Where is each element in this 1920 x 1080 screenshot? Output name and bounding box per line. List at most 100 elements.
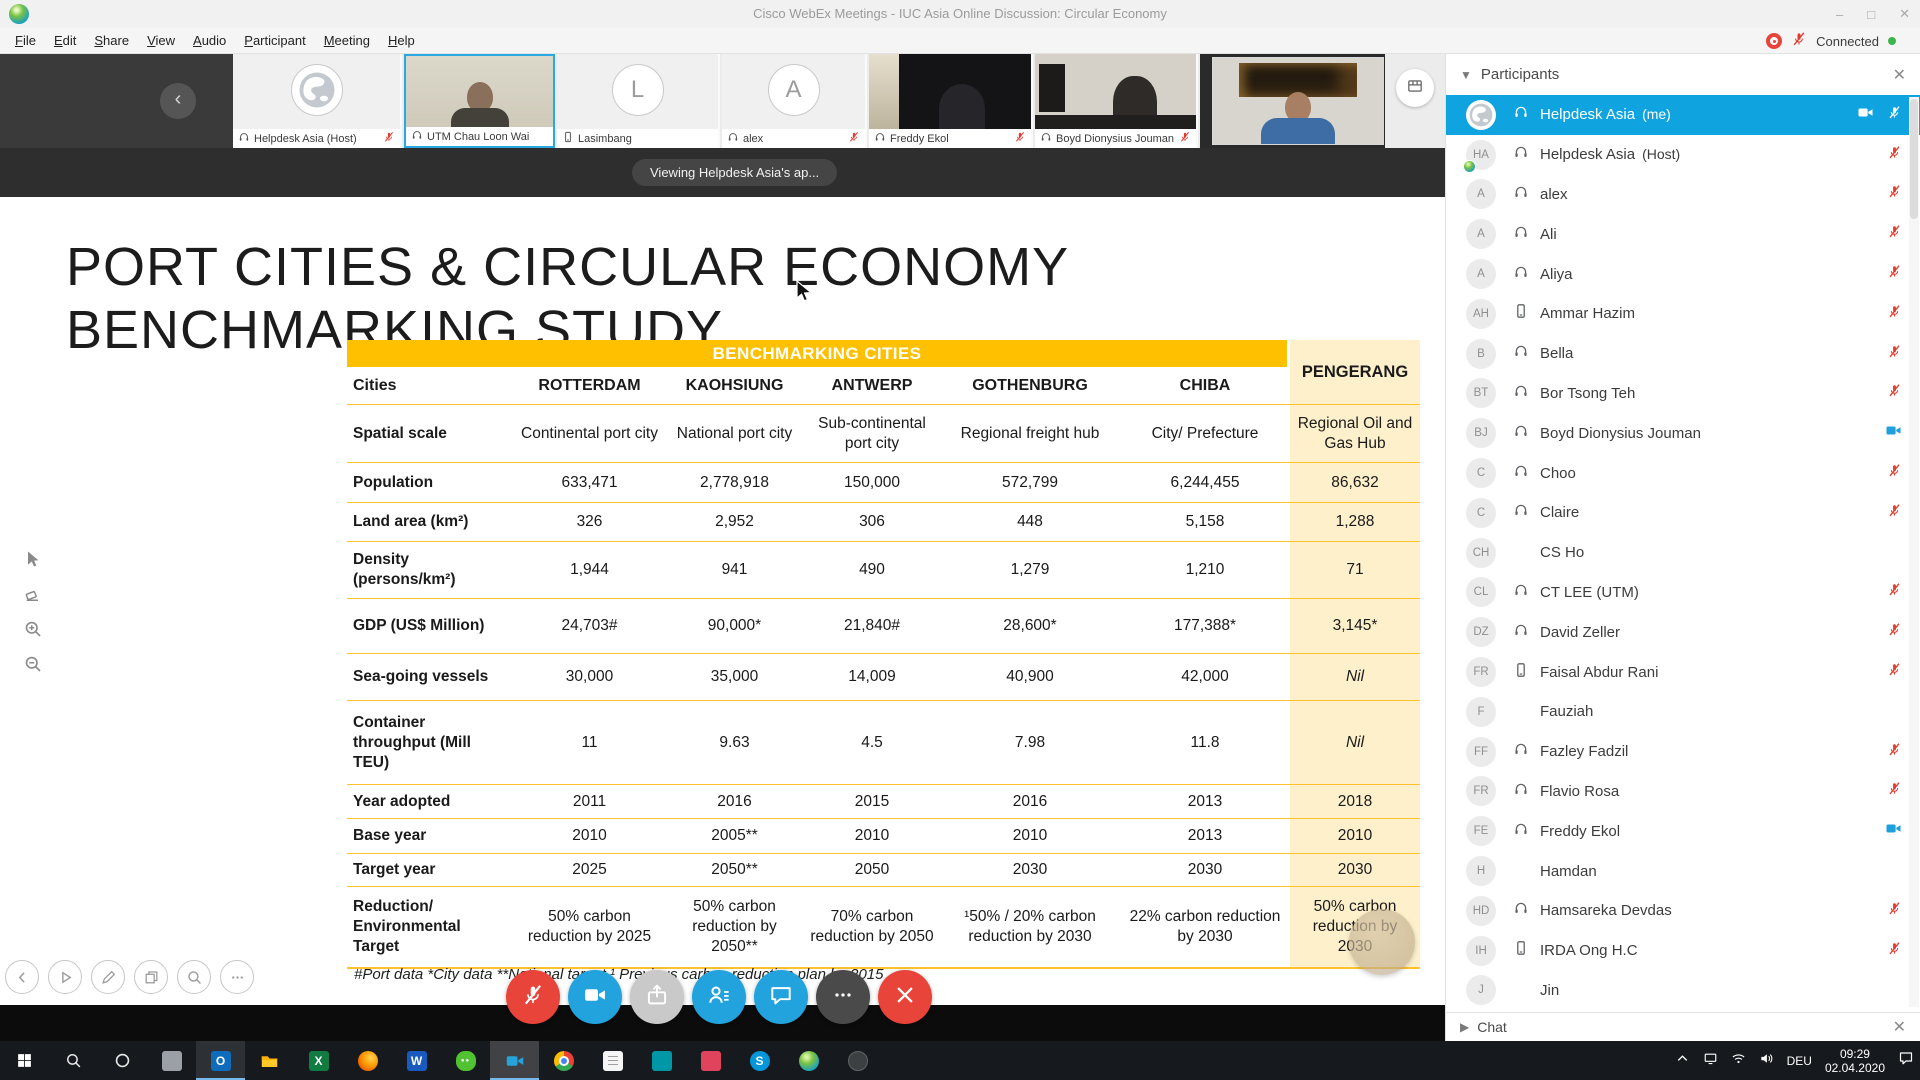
participant-row[interactable]: FFFazley Fadzil [1446, 732, 1920, 772]
menu-meeting[interactable]: Meeting [315, 28, 379, 53]
cortana-button[interactable] [98, 1041, 147, 1080]
participant-row[interactable]: BBella [1446, 334, 1920, 374]
mute-button[interactable] [506, 970, 560, 1024]
participant-row[interactable]: FEFreddy Ekol [1446, 811, 1920, 851]
pages-button[interactable] [134, 960, 168, 994]
video-thumbnail[interactable]: Helpdesk Asia (Host) [233, 54, 402, 148]
participant-row[interactable]: AAliya [1446, 254, 1920, 294]
action-center-icon[interactable] [1898, 1050, 1914, 1071]
pointer-icon[interactable] [22, 548, 44, 570]
share-button[interactable] [630, 970, 684, 1024]
participant-row[interactable]: FRFaisal Abdur Rani [1446, 652, 1920, 692]
participant-row[interactable]: CLCT LEE (UTM) [1446, 573, 1920, 613]
taskbar-app-5[interactable] [833, 1041, 882, 1080]
filmstrip-prev-button[interactable]: ‹ [160, 83, 196, 119]
chat-close-icon[interactable]: ✕ [1893, 1017, 1906, 1037]
maximize-button[interactable]: □ [1867, 7, 1875, 22]
menu-help[interactable]: Help [379, 28, 424, 53]
taskbar-webex[interactable] [784, 1041, 833, 1080]
camera-button[interactable] [568, 970, 622, 1024]
taskbar-app-1[interactable] [147, 1041, 196, 1080]
search-icon [65, 1052, 82, 1069]
taskbar-firefox[interactable] [343, 1041, 392, 1080]
zoom-out-icon[interactable] [22, 653, 44, 675]
participant-row[interactable]: FFauziah [1446, 692, 1920, 732]
active-speaker-video[interactable] [1212, 57, 1384, 145]
participants-scrollbar[interactable] [1909, 97, 1919, 1007]
participant-row[interactable]: CClaire [1446, 493, 1920, 533]
close-button[interactable]: ✕ [1899, 6, 1910, 22]
mic-muted-icon[interactable] [1791, 31, 1807, 52]
participant-row[interactable]: BJBoyd Dionysius Jouman [1446, 413, 1920, 453]
participants-close-icon[interactable]: ✕ [1893, 65, 1906, 85]
taskbar-clock[interactable]: 09:29 02.04.2020 [1825, 1047, 1885, 1075]
menu-participant[interactable]: Participant [235, 28, 314, 53]
mic-muted-icon [1887, 224, 1902, 244]
minimize-button[interactable]: – [1836, 7, 1843, 22]
record-indicator-icon[interactable] [1766, 33, 1782, 49]
participant-row[interactable]: Aalex [1446, 175, 1920, 215]
menu-edit[interactable]: Edit [45, 28, 85, 53]
taskbar-chrome[interactable] [539, 1041, 588, 1080]
participant-row[interactable]: HDHamsareka Devdas [1446, 891, 1920, 931]
more-button[interactable] [220, 960, 254, 994]
monitor-icon[interactable] [1703, 1051, 1718, 1071]
search-button[interactable] [49, 1041, 98, 1080]
participant-row[interactable]: IHIRDA Ong H.C [1446, 931, 1920, 971]
chat-button[interactable] [754, 970, 808, 1024]
menu-audio[interactable]: Audio [184, 28, 235, 53]
prev-button[interactable] [5, 960, 39, 994]
viewing-banner[interactable]: Viewing Helpdesk Asia's ap... [632, 159, 837, 186]
participant-row[interactable]: CHCS Ho [1446, 533, 1920, 573]
play-button[interactable] [48, 960, 82, 994]
menu-view[interactable]: View [138, 28, 184, 53]
network-icon[interactable] [1731, 1051, 1746, 1071]
table-cell: Nil [1290, 701, 1420, 784]
taskbar-file-explorer[interactable] [245, 1041, 294, 1080]
taskbar-word[interactable]: W [392, 1041, 441, 1080]
start-button[interactable] [0, 1041, 49, 1080]
menu-share[interactable]: Share [85, 28, 138, 53]
taskbar-skype[interactable]: S [735, 1041, 784, 1080]
volume-icon[interactable] [1759, 1051, 1774, 1071]
table-cell: 22% carbon reduction by 2030 [1120, 887, 1290, 967]
language-indicator[interactable]: DEU [1787, 1054, 1812, 1068]
video-thumbnail[interactable]: UTM Chau Loon Wai [404, 54, 555, 148]
participant-row[interactable]: BTBor Tsong Teh [1446, 374, 1920, 414]
video-thumbnail[interactable]: Freddy Ekol [869, 54, 1033, 148]
participants-header: ▼ Participants ✕ [1446, 54, 1920, 95]
participant-row[interactable]: HAHelpdesk Asia(Host) [1446, 135, 1920, 175]
video-thumbnail[interactable]: Aalex [722, 54, 867, 148]
participant-row[interactable]: DZDavid Zeller [1446, 612, 1920, 652]
video-thumbnail[interactable]: Boyd Dionysius Jouman [1035, 54, 1198, 148]
participant-row[interactable]: CChoo [1446, 453, 1920, 493]
participant-row[interactable]: FRFlavio Rosa [1446, 772, 1920, 812]
taskbar-outlook[interactable]: O [196, 1041, 245, 1080]
tray-expand-icon[interactable] [1675, 1051, 1690, 1071]
clock-date: 02.04.2020 [1825, 1061, 1885, 1075]
magnifier-button[interactable] [177, 960, 211, 994]
taskbar-wechat[interactable]: ●● [441, 1041, 490, 1080]
video-thumbnail[interactable]: LLasimbang [557, 54, 720, 148]
participant-row[interactable]: AAli [1446, 214, 1920, 254]
participant-row[interactable]: Helpdesk Asia(me) [1446, 95, 1920, 135]
grid-view-button[interactable] [1396, 69, 1434, 107]
participants-button[interactable] [692, 970, 746, 1024]
leave-button[interactable] [878, 970, 932, 1024]
participant-row[interactable]: HHamdan [1446, 851, 1920, 891]
taskbar-webex-meeting[interactable] [490, 1041, 539, 1080]
connection-status[interactable]: Connected [1816, 34, 1879, 49]
taskbar-excel[interactable]: X [294, 1041, 343, 1080]
participant-row[interactable]: JJin [1446, 971, 1920, 1011]
chat-section-bar[interactable]: ▶ Chat ✕ [1446, 1012, 1920, 1040]
chevron-down-icon[interactable]: ▼ [1460, 68, 1472, 82]
taskbar-app-3[interactable] [637, 1041, 686, 1080]
taskbar-app-2[interactable] [588, 1041, 637, 1080]
more-button[interactable] [816, 970, 870, 1024]
eraser-icon[interactable] [22, 583, 44, 605]
menu-file[interactable]: File [6, 28, 45, 53]
taskbar-app-4[interactable] [686, 1041, 735, 1080]
pencil-button[interactable] [91, 960, 125, 994]
zoom-in-icon[interactable] [22, 618, 44, 640]
participant-row[interactable]: AHAmmar Hazim [1446, 294, 1920, 334]
